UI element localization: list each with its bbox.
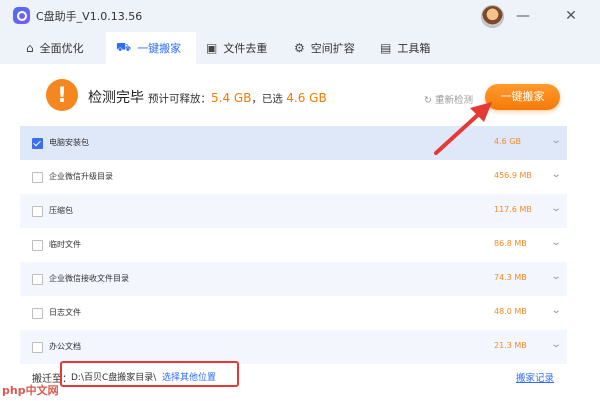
- rescan-button[interactable]: ↻ 重新检测: [424, 92, 473, 106]
- list-item[interactable]: 办公文档 21.3 MB ⌄: [20, 330, 567, 364]
- item-label: 企业微信升级目录: [49, 172, 113, 181]
- item-label: 办公文档: [49, 342, 81, 351]
- minimize-button[interactable]: —: [512, 5, 534, 27]
- chevron-down-icon[interactable]: ⌄: [551, 169, 562, 180]
- app-logo-icon: [13, 7, 30, 24]
- item-checkbox[interactable]: [32, 342, 43, 353]
- item-checkbox[interactable]: [32, 206, 43, 217]
- app-title: C盘助手_V1.0.13.56: [36, 10, 143, 23]
- item-size: 117.6 MB: [494, 205, 532, 214]
- item-label: 日志文件: [49, 308, 81, 317]
- list-item[interactable]: 电脑安装包 4.6 GB ⌄: [20, 126, 567, 160]
- tab-full-optimize[interactable]: ⌂ 全面优化: [26, 32, 106, 64]
- item-checkbox[interactable]: [32, 138, 43, 149]
- tab-bar: ⌂ 全面优化 ⛟ 一键搬家 ▣ 文件去重 ⚙ 空间扩容 ▤ 工具箱: [0, 32, 600, 64]
- tab-label: 全面优化: [39, 42, 84, 55]
- tab-label: 工具箱: [397, 42, 431, 55]
- item-size: 456.9 MB: [494, 171, 532, 180]
- item-checkbox[interactable]: [32, 172, 43, 183]
- item-checkbox[interactable]: [32, 308, 43, 319]
- one-click-move-button[interactable]: 一键搬家: [485, 84, 560, 110]
- item-size: 4.6 GB: [494, 137, 521, 146]
- selected-size: 4.6 GB: [286, 91, 327, 105]
- status-detail: 预计可释放：5.4 GB，已选 4.6 GB: [148, 91, 327, 106]
- user-avatar[interactable]: [481, 5, 504, 28]
- item-label: 电脑安装包: [49, 138, 89, 147]
- chevron-down-icon[interactable]: ⌄: [551, 203, 562, 214]
- item-size: 48.0 MB: [494, 307, 527, 316]
- list-item[interactable]: 企业微信接收文件目录 74.3 MB ⌄: [20, 262, 567, 296]
- list-item[interactable]: 压缩包 117.6 MB ⌄: [20, 194, 567, 228]
- rocket-icon: ⚙: [294, 41, 305, 55]
- choose-location-link[interactable]: 选择其他位置: [162, 370, 216, 383]
- watermark-text: php中文网: [2, 384, 59, 397]
- move-history-link[interactable]: 搬家记录: [516, 370, 554, 384]
- list-item[interactable]: 日志文件 48.0 MB ⌄: [20, 296, 567, 330]
- item-label: 临时文件: [49, 240, 81, 249]
- item-checkbox[interactable]: [32, 274, 43, 285]
- tab-toolbox[interactable]: ▤ 工具箱: [380, 32, 450, 64]
- warning-icon: !: [46, 79, 78, 111]
- rescan-label: 重新检测: [435, 95, 474, 106]
- title-bar: C盘助手_V1.0.13.56 — ✕: [0, 0, 600, 32]
- chevron-down-icon[interactable]: ⌄: [551, 135, 562, 146]
- tab-space-expand[interactable]: ⚙ 空间扩容: [294, 32, 374, 64]
- tab-label: 一键搬家: [137, 42, 182, 55]
- list-item[interactable]: 企业微信升级目录 456.9 MB ⌄: [20, 160, 567, 194]
- chevron-down-icon[interactable]: ⌄: [551, 237, 562, 248]
- tab-label: 文件去重: [223, 42, 268, 55]
- list-item[interactable]: 临时文件 86.8 MB ⌄: [20, 228, 567, 262]
- home-icon: ⌂: [26, 41, 34, 55]
- item-size: 74.3 MB: [494, 273, 527, 282]
- chevron-down-icon[interactable]: ⌄: [551, 339, 562, 350]
- refresh-icon: ↻: [424, 95, 432, 106]
- release-size: 5.4 GB: [211, 91, 252, 105]
- truck-icon: ⛟: [116, 40, 132, 54]
- chevron-down-icon[interactable]: ⌄: [551, 271, 562, 282]
- selected-prefix: ，已选: [251, 93, 283, 105]
- item-checkbox[interactable]: [32, 240, 43, 251]
- item-size: 86.8 MB: [494, 239, 527, 248]
- item-label: 企业微信接收文件目录: [49, 274, 129, 283]
- files-icon: ▣: [206, 41, 218, 55]
- tab-file-dedupe[interactable]: ▣ 文件去重: [206, 32, 286, 64]
- target-path: D:\百贝C盘搬家目录\: [71, 373, 157, 383]
- close-button[interactable]: ✕: [560, 5, 582, 27]
- tab-one-click-move[interactable]: ⛟ 一键搬家: [106, 32, 196, 64]
- release-prefix: 预计可释放：: [148, 93, 211, 105]
- status-title: 检测完毕: [88, 90, 144, 106]
- item-label: 压缩包: [49, 206, 73, 215]
- item-size: 21.3 MB: [494, 341, 527, 350]
- tab-label: 空间扩容: [310, 42, 355, 55]
- chevron-down-icon[interactable]: ⌄: [551, 305, 562, 316]
- toolbox-icon: ▤: [380, 41, 392, 55]
